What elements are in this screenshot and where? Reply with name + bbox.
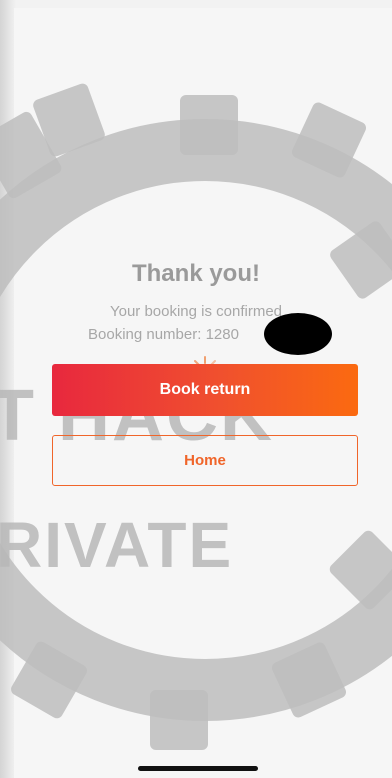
booking-confirmed-text: Your booking is confirmed bbox=[109, 303, 283, 320]
book-return-button[interactable]: Book return bbox=[52, 364, 358, 416]
book-return-label: Book return bbox=[159, 381, 251, 398]
home-button[interactable]: Home bbox=[52, 435, 358, 486]
home-indicator[interactable] bbox=[138, 766, 258, 771]
redaction-blob bbox=[264, 313, 332, 355]
home-label: Home bbox=[184, 452, 226, 469]
thank-you-title: Thank you! bbox=[131, 260, 260, 287]
watermark-text-private: RIVATE bbox=[0, 509, 234, 581]
booking-number-text: Booking number: 1280 bbox=[88, 326, 239, 343]
